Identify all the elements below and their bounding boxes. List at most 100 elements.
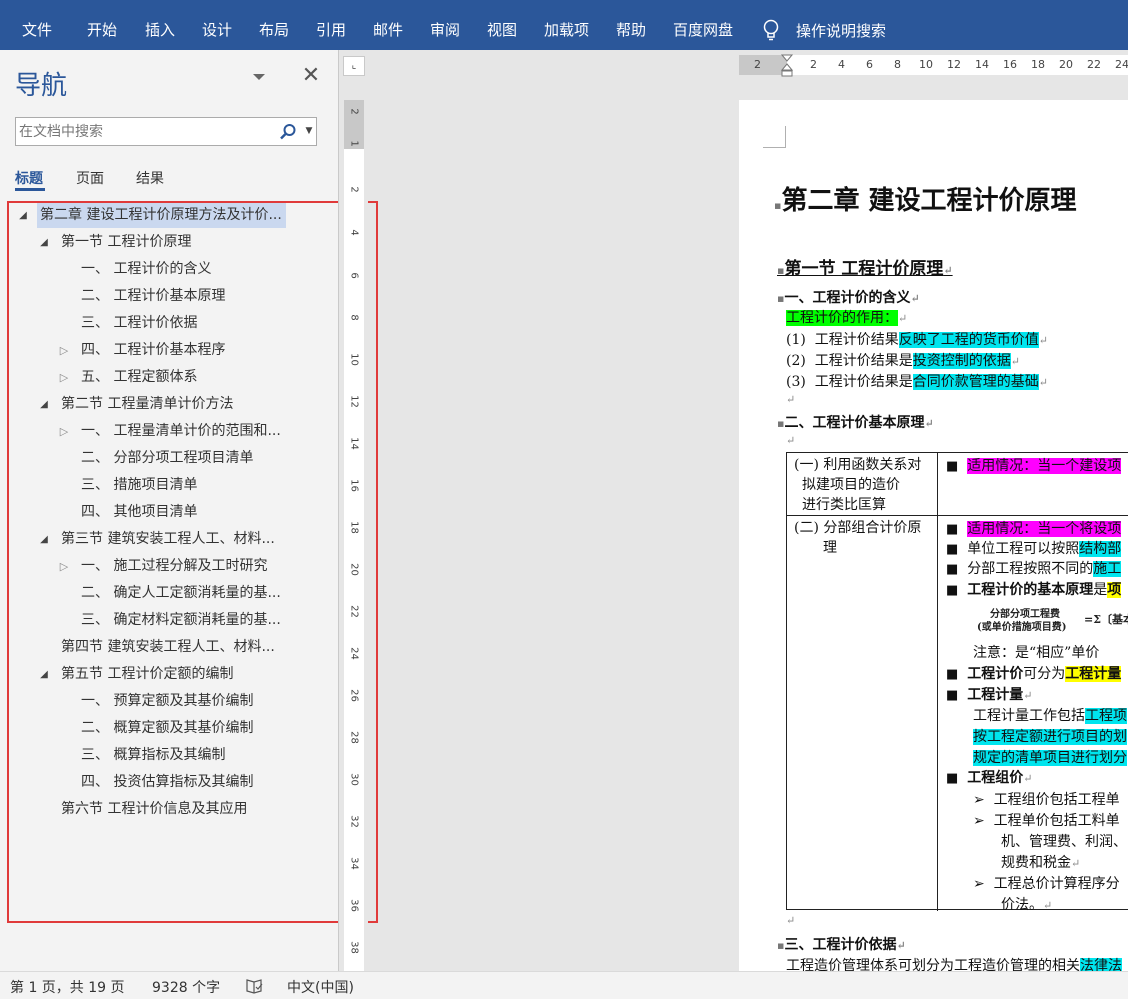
tab-selector-button[interactable]: ⌞ [343, 56, 365, 76]
sub-item-2-cont[interactable]: 规费和税金↵ [1001, 852, 1080, 872]
row2-item-2[interactable]: ■ 单位工程可以按照结构部 [946, 538, 1122, 558]
expand-triangle-icon[interactable]: ◢ [37, 662, 51, 687]
section-heading[interactable]: ▪第一节 工程计价原理↵ [777, 254, 953, 279]
vertical-ruler-strip[interactable]: 2 1 2 4 6 8 10 12 14 16 18 20 22 24 26 28 30 32 34 36 38 [344, 100, 364, 971]
indent-markers-icon[interactable] [781, 51, 793, 81]
table-cell-row1-left[interactable]: (一) 利用函数关系对 拟建项目的造价 进行类比匡算 [794, 455, 921, 515]
heading-item[interactable]: 第四节 建筑安装工程人工、材料... [61, 635, 275, 660]
heading-item[interactable]: 二、 工程计价基本原理 [81, 284, 225, 309]
heading-item[interactable]: 第三节 建筑安装工程人工、材料... [61, 527, 275, 552]
row2-item-4[interactable]: ■ 工程计价的基本原理是项 [946, 579, 1122, 599]
heading-item[interactable]: 三、 工程计价依据 [81, 311, 197, 336]
collapse-triangle-icon[interactable]: ▷ [57, 365, 71, 390]
ruler-label: 24 [348, 647, 360, 660]
sub-item-1[interactable]: ➢ 工程组价包括工程单 [973, 789, 1120, 809]
heading-item[interactable]: 四、 工程计价基本程序 [81, 338, 225, 363]
tab-insert[interactable]: 插入 [145, 0, 175, 50]
tab-headings[interactable]: 标题 [15, 168, 43, 188]
pane-options-chevron-down-icon[interactable] [251, 70, 267, 84]
row2-item-8[interactable]: 按工程定额进行项目的划 [973, 726, 1127, 746]
list-item-1[interactable]: (1) 工程计价结果反映了工程的货币价值↵ [786, 329, 1048, 349]
row2-item-7[interactable]: 工程计量工作包括工程项 [973, 705, 1127, 725]
row2-item-9[interactable]: 规定的清单项目进行划分 [973, 747, 1127, 767]
row2-item-10[interactable]: ■ 工程组价↵ [946, 767, 1032, 787]
heading-item[interactable]: 第二章 建设工程计价原理方法及计价... [37, 203, 286, 228]
heading-item[interactable]: 二、 概算定额及其基价编制 [81, 716, 253, 741]
search-icon[interactable] [279, 123, 297, 141]
chapter-heading[interactable]: ▪第二章 建设工程计价原理 [774, 180, 1077, 217]
heading-item[interactable]: 三、 概算指标及其编制 [81, 743, 225, 768]
word-count[interactable]: 9328 个字 [152, 977, 220, 997]
expand-triangle-icon[interactable]: ◢ [37, 392, 51, 417]
heading-item[interactable]: 第二节 工程量清单计价方法 [61, 392, 233, 417]
expand-triangle-icon[interactable]: ◢ [16, 203, 30, 228]
heading-item[interactable]: 三、 措施项目清单 [81, 473, 197, 498]
list-num: (2) [786, 353, 806, 369]
tab-mailings[interactable]: 邮件 [373, 0, 403, 50]
heading-item[interactable]: 四、 其他项目清单 [81, 500, 197, 525]
list-item-3[interactable]: (3) 工程计价结果是合同价款管理的基础↵ [786, 371, 1048, 391]
document-page[interactable]: ▪第二章 建设工程计价原理 ▪第一节 工程计价原理↵ ▪一、工程计价的含义↵ 工… [739, 100, 1128, 971]
row2-note[interactable]: 注意：是“相应”单价 [973, 642, 1099, 662]
subheading-3[interactable]: ▪三、工程计价依据↵ [777, 934, 906, 954]
heading-item[interactable]: 第六节 工程计价信息及其应用 [61, 797, 247, 822]
heading-item[interactable]: 二、 确定人工定额消耗量的基... [81, 581, 281, 606]
sub-item-3-cont[interactable]: 价法。↵ [1001, 894, 1052, 914]
tab-view[interactable]: 视图 [487, 0, 517, 50]
navigation-pane: 导航 ✕ ▼ 标题 页面 结果 ◢第二章 建设工程计价原理方法及计价...◢第一… [0, 50, 338, 971]
heading-item[interactable]: 一、 工程量清单计价的范围和... [81, 419, 281, 444]
row2-item-6[interactable]: ■ 工程计量↵ [946, 684, 1032, 704]
heading-item[interactable]: 一、 预算定额及其基价编制 [81, 689, 253, 714]
horizontal-ruler[interactable]: 2 2 4 6 8 10 12 14 16 18 20 22 24 [739, 54, 1128, 77]
language-indicator[interactable]: 中文(中国) [287, 977, 354, 997]
sub-item-3[interactable]: ➢ 工程总价计算程序分 [973, 873, 1120, 893]
heading-item[interactable]: 五、 工程定额体系 [81, 365, 197, 390]
tab-baidu-netdisk[interactable]: 百度网盘 [673, 0, 733, 50]
tab-pages[interactable]: 页面 [76, 168, 104, 188]
list-item-2[interactable]: (2) 工程计价结果是投资控制的依据↵ [786, 350, 1020, 370]
tab-addins[interactable]: 加载项 [544, 0, 589, 50]
crop-mark [763, 126, 786, 148]
heading-item[interactable]: 第一节 工程计价原理 [61, 230, 191, 255]
tab-home[interactable]: 开始 [87, 0, 117, 50]
tab-design[interactable]: 设计 [202, 0, 232, 50]
page-count[interactable]: 第 1 页，共 19 页 [10, 977, 125, 997]
table-cell-row1-right[interactable]: ■ 适用情况：当一个建设项 [946, 455, 1122, 475]
heading-item[interactable]: 一、 施工过程分解及工时研究 [81, 554, 267, 579]
search-input[interactable] [16, 118, 271, 145]
last-paragraph[interactable]: 工程造价管理体系可划分为工程造价管理的相关法律法 [786, 955, 1122, 971]
list-num: (3) [786, 374, 806, 390]
collapse-triangle-icon[interactable]: ▷ [57, 554, 71, 579]
heading-item[interactable]: 二、 分部分项工程项目清单 [81, 446, 253, 471]
row2-item-3[interactable]: ■ 分部工程按照不同的施工 [946, 558, 1122, 578]
sub-item-2-cont[interactable]: 机、管理费、利润、 [1001, 831, 1127, 851]
role-label-line[interactable]: 工程计价的作用：↵ [786, 307, 907, 327]
table-cell-row2-left[interactable]: (二) 分部组合计价原 理 [794, 518, 921, 558]
close-icon[interactable]: ✕ [300, 65, 322, 87]
tab-layout[interactable]: 布局 [259, 0, 289, 50]
tab-results[interactable]: 结果 [136, 168, 164, 188]
row2-item-1[interactable]: ■ 适用情况：当一个将设项 [946, 518, 1122, 538]
expand-triangle-icon[interactable]: ◢ [37, 230, 51, 255]
tell-me-search[interactable]: 操作说明搜索 [762, 0, 886, 50]
row2-item-5[interactable]: ■ 工程计价可分为工程计量 [946, 663, 1122, 683]
proofing-book-icon[interactable] [245, 978, 263, 994]
collapse-triangle-icon[interactable]: ▷ [57, 338, 71, 363]
tab-references[interactable]: 引用 [316, 0, 346, 50]
heading-item[interactable]: 四、 投资估算指标及其编制 [81, 770, 253, 795]
subheading-2[interactable]: ▪二、工程计价基本原理↵ [777, 412, 934, 432]
collapse-triangle-icon[interactable]: ▷ [57, 419, 71, 444]
expand-triangle-icon[interactable]: ◢ [37, 527, 51, 552]
heading-item[interactable]: 一、 工程计价的含义 [81, 257, 211, 282]
tab-help[interactable]: 帮助 [616, 0, 646, 50]
tab-review[interactable]: 审阅 [430, 0, 460, 50]
heading-item[interactable]: 第五节 工程计价定额的编制 [61, 662, 233, 687]
tab-file[interactable]: 文件 [22, 0, 52, 50]
subheading-1[interactable]: ▪一、工程计价的含义↵ [777, 287, 920, 307]
search-dropdown-arrow-icon[interactable]: ▼ [303, 121, 315, 141]
empty-paragraph-mark: ↵ [786, 393, 796, 406]
heading-item[interactable]: 三、 确定材料定额消耗量的基... [81, 608, 281, 633]
ruler-label: 10 [348, 353, 360, 366]
sub-item-2[interactable]: ➢ 工程单价包括工料单 [973, 810, 1120, 830]
cell-text: 分部工程按照不同的 [967, 561, 1094, 577]
